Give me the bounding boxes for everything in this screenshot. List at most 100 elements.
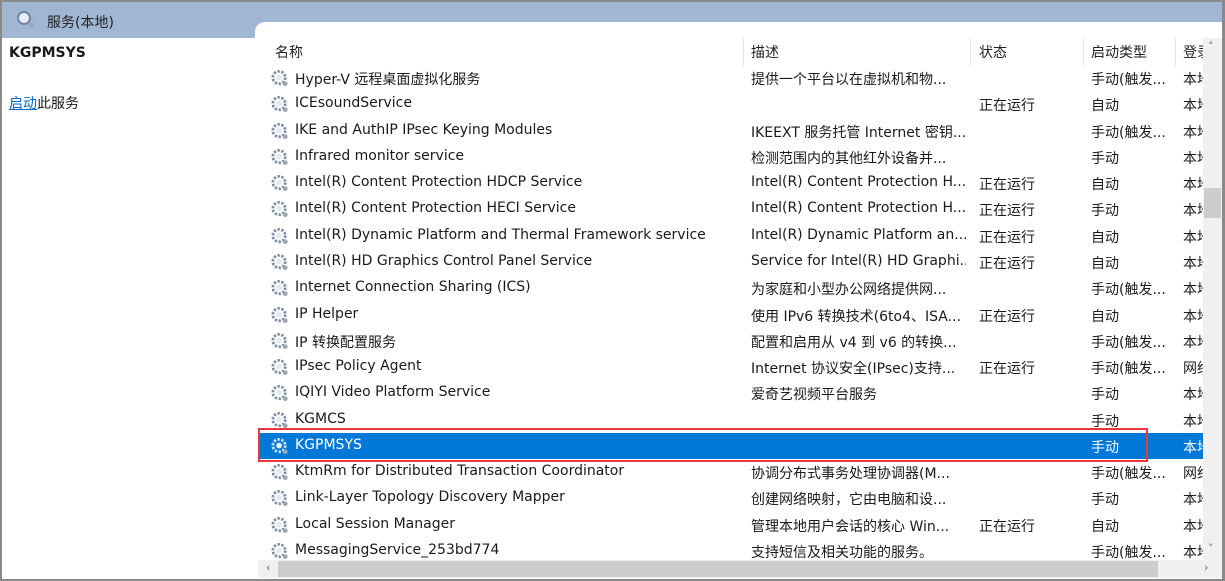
table-row[interactable]: KtmRm for Distributed Transaction Coordi… (258, 459, 1203, 485)
column-header-status[interactable]: 状态 (979, 42, 1007, 62)
column-header-startup-type[interactable]: 启动类型 (1091, 42, 1147, 62)
cell-startup: 手动(触发... (1091, 545, 1166, 560)
cell-status: 正在运行 (979, 308, 1035, 325)
column-header-name[interactable]: 名称 (275, 42, 303, 62)
cell-status: 正在运行 (979, 361, 1035, 378)
table-row[interactable]: Infrared monitor service 检测范围内的其他红外设备并...… (258, 144, 1203, 170)
cell-startup: 自动 (1091, 177, 1119, 194)
column-header-logon[interactable]: 登录为 (1183, 42, 1203, 62)
cell-name: Infrared monitor service (295, 147, 465, 164)
cell-startup: 手动(触发... (1091, 282, 1166, 299)
selected-service-name: KGPMSYS (9, 45, 86, 61)
cell-status: 正在运行 (979, 203, 1035, 220)
column-divider[interactable] (743, 38, 744, 66)
details-pane: KGPMSYS 启动此服务 (2, 38, 255, 578)
cell-startup: 手动 (1091, 150, 1119, 167)
cell-logon: 网络 (1183, 361, 1203, 378)
start-service-suffix: 此服务 (37, 96, 79, 112)
cell-desc: Intel(R) Dynamic Platform an... (751, 226, 966, 243)
window-title: 服务(本地) (47, 15, 114, 31)
scroll-right-icon[interactable]: › (1204, 561, 1208, 574)
column-header-description[interactable]: 描述 (751, 42, 779, 62)
cell-startup: 手动(触发... (1091, 361, 1166, 378)
horizontal-scrollbar[interactable]: ‹ › (258, 560, 1222, 578)
cell-logon: 本地 (1183, 439, 1203, 456)
cell-desc: 提供一个平台以在虚拟机和物... (751, 72, 947, 88)
cell-startup: 手动 (1091, 387, 1119, 404)
table-row[interactable]: Hyper-V 远程桌面虚拟化服务 提供一个平台以在虚拟机和物... 手动(触发..… (258, 65, 1203, 91)
cell-name: IP Helper (295, 305, 359, 322)
highlight-box (258, 428, 1148, 462)
table-row[interactable]: Intel(R) HD Graphics Control Panel Servi… (258, 249, 1203, 275)
cell-name: Internet Connection Sharing (ICS) (295, 279, 531, 296)
table-row[interactable]: IKE and AuthIP IPsec Keying Modules IKEEX… (258, 118, 1203, 144)
column-divider[interactable] (970, 38, 971, 66)
cell-desc: Intel(R) Content Protection H... (751, 200, 966, 217)
service-gear-icon (271, 148, 288, 165)
cell-logon: 本地 (1183, 150, 1203, 167)
cell-startup: 自动 (1091, 518, 1119, 535)
table-row[interactable]: Intel(R) Dynamic Platform and Thermal Fr… (258, 223, 1203, 249)
vertical-scrollbar[interactable]: ˄ ˅ (1203, 38, 1222, 560)
table-row[interactable]: Link-Layer Topology Discovery Mapper 创建网络… (258, 485, 1203, 511)
cell-logon: 本地 (1183, 545, 1203, 560)
scroll-left-icon[interactable]: ‹ (266, 561, 270, 574)
cell-status: 正在运行 (979, 98, 1035, 115)
table-row[interactable]: Internet Connection Sharing (ICS) 为家庭和小型办… (258, 275, 1203, 301)
service-gear-icon (271, 69, 288, 87)
services-gear-magnifier-icon (17, 11, 34, 28)
scroll-up-icon[interactable]: ˄ (1208, 40, 1214, 53)
horizontal-scroll-thumb[interactable] (278, 561, 1158, 577)
cell-logon: 本地 (1183, 255, 1203, 272)
cell-name: Intel(R) HD Graphics Control Panel Servi… (295, 252, 593, 269)
service-gear-icon (271, 490, 288, 507)
table-row[interactable]: Local Session Manager 管理本地用户会话的核心 Win... 正… (258, 512, 1203, 538)
cell-startup: 自动 (1091, 308, 1119, 325)
services-list: ^ 名称 描述 状态 启动类型 登录为 Hyper-V 远程桌面虚拟化服务 提供一… (258, 38, 1203, 560)
cell-name: IPsec Policy Agent (295, 358, 422, 375)
cell-status: 正在运行 (979, 518, 1035, 535)
cell-name: KtmRm for Distributed Transaction Coordi… (295, 463, 625, 480)
service-gear-icon (271, 96, 288, 113)
column-divider[interactable] (1175, 38, 1176, 66)
scroll-down-icon[interactable]: ˅ (1208, 542, 1214, 555)
cell-startup: 手动(触发... (1091, 334, 1166, 351)
cell-startup: 手动(触发... (1091, 124, 1166, 141)
cell-logon: 本地 (1183, 518, 1203, 535)
cell-name: MessagingService_253bd774 (295, 542, 500, 559)
start-service-link[interactable]: 启动 (9, 96, 37, 112)
table-row[interactable]: Intel(R) Content Protection HDCP Service… (258, 170, 1203, 196)
cell-status: 正在运行 (979, 229, 1035, 246)
table-row[interactable]: IP Helper 使用 IPv6 转换技术(6to4、ISA... 正在运行 自动 本… (258, 302, 1203, 328)
table-row[interactable]: IP 转换配置服务 配置和启用从 v4 到 v6 的转换... 手动(触发... 本地 (258, 328, 1203, 354)
table-row[interactable]: MessagingService_253bd774 支持短信及相关功能的服务。 手动… (258, 538, 1203, 560)
cell-startup: 自动 (1091, 98, 1119, 115)
cell-name: Intel(R) Content Protection HECI Service (295, 200, 576, 217)
sort-ascending-icon: ^ (501, 38, 509, 44)
cell-name: Intel(R) Dynamic Platform and Thermal Fr… (295, 226, 706, 243)
cell-desc: IKEEXT 服务托管 Internet 密钥... (751, 124, 966, 141)
cell-desc: 为家庭和小型办公网络提供网... (751, 282, 947, 299)
cell-logon: 本地 (1183, 282, 1203, 299)
table-row[interactable]: IPsec Policy Agent Internet 协议安全(IPsec)支持… (258, 354, 1203, 380)
cell-startup: 手动 (1091, 203, 1119, 220)
column-divider[interactable] (1083, 38, 1084, 66)
cell-name: Local Session Manager (295, 515, 455, 532)
cell-desc: 支持短信及相关功能的服务。 (751, 545, 933, 560)
service-gear-icon (271, 464, 288, 481)
service-gear-icon (271, 359, 288, 376)
table-row[interactable]: Intel(R) Content Protection HECI Service… (258, 196, 1203, 222)
cell-startup: 自动 (1091, 255, 1119, 272)
cell-startup: 手动(触发... (1091, 466, 1166, 483)
service-gear-icon (271, 332, 288, 349)
cell-logon: 本地 (1183, 203, 1203, 220)
cell-startup: 手动 (1091, 492, 1119, 509)
cell-logon: 本地 (1183, 229, 1203, 246)
cell-logon: 本地 (1183, 98, 1203, 115)
table-row[interactable]: ICEsoundService 正在运行 自动 本地 (258, 91, 1203, 117)
cell-startup: 自动 (1091, 229, 1119, 246)
cell-desc: Internet 协议安全(IPsec)支持... (751, 361, 956, 378)
vertical-scroll-thumb[interactable] (1204, 188, 1221, 218)
table-row[interactable]: IQIYI Video Platform Service 爱奇艺视频平台服务 手动 本… (258, 380, 1203, 406)
cell-status: 正在运行 (979, 255, 1035, 272)
